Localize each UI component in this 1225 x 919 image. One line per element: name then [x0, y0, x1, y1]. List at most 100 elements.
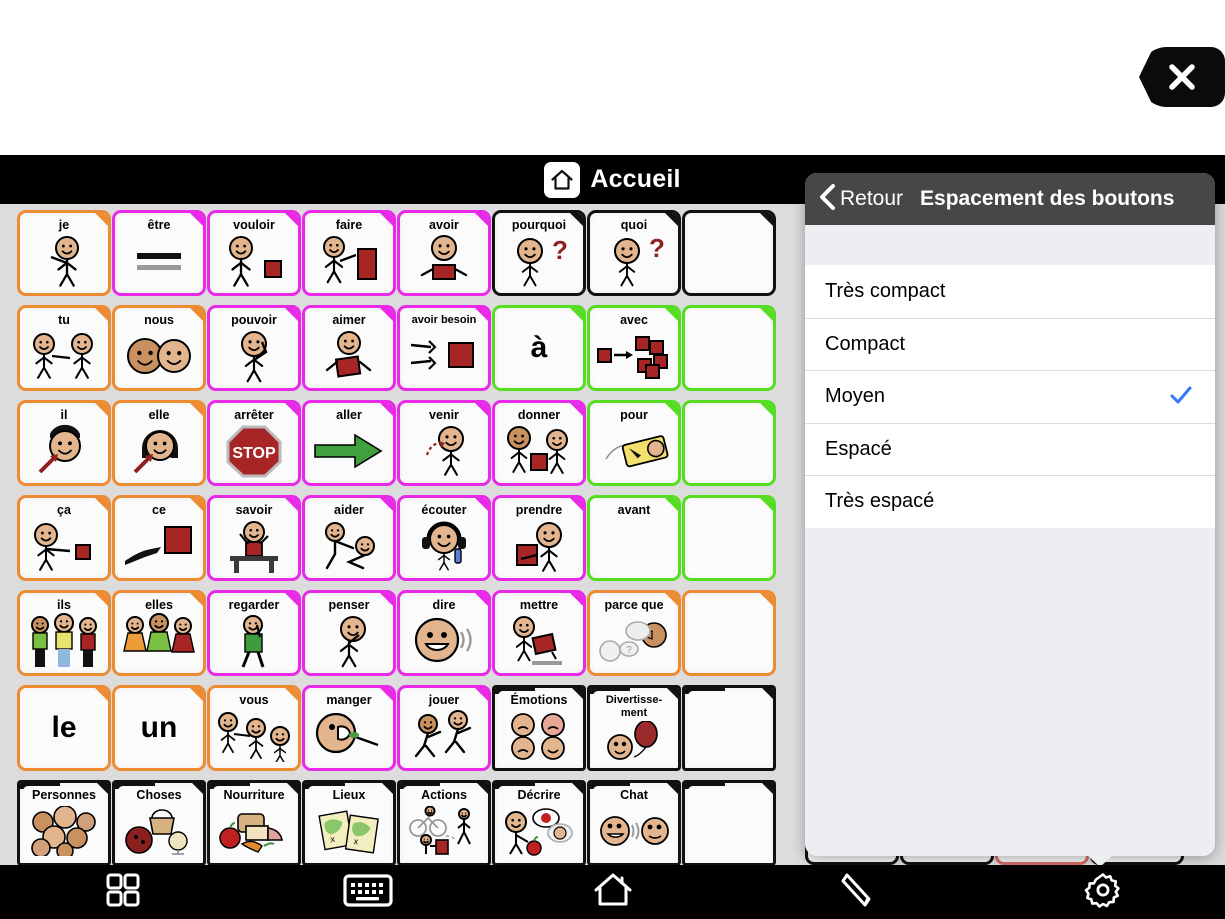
- close-button[interactable]: [1139, 47, 1225, 107]
- board-button[interactable]: tu: [17, 305, 111, 391]
- board-button-pictogram: [118, 232, 200, 290]
- board-button[interactable]: quoi ?: [587, 210, 681, 296]
- board-button[interactable]: Émotions: [492, 685, 586, 771]
- board-button[interactable]: avant: [587, 495, 681, 581]
- spacing-options-list: Très compact Compact Moyen Espacé Très espac…: [805, 265, 1215, 528]
- board-button[interactable]: [682, 495, 776, 581]
- svg-text:?: ?: [552, 235, 568, 265]
- board-button[interactable]: ce: [112, 495, 206, 581]
- spacing-option[interactable]: Espacé: [805, 422, 1215, 476]
- board-button-pictogram: [23, 232, 105, 290]
- board-button-pictogram: [498, 802, 580, 860]
- spacing-option[interactable]: Très compact: [805, 265, 1215, 318]
- board-button[interactable]: donner: [492, 400, 586, 486]
- board-button[interactable]: ça: [17, 495, 111, 581]
- grid-icon: [103, 870, 143, 915]
- board-button[interactable]: je: [17, 210, 111, 296]
- board-button[interactable]: [682, 400, 776, 486]
- grid-button[interactable]: [0, 865, 245, 919]
- spacing-option[interactable]: Moyen: [805, 370, 1215, 423]
- board-button-label: donner: [517, 408, 561, 422]
- spacing-option-label: Moyen: [825, 385, 886, 408]
- board-button[interactable]: le: [17, 685, 111, 771]
- board-button-pictogram: [23, 327, 105, 385]
- board-button[interactable]: [682, 305, 776, 391]
- board-button[interactable]: Actions: [397, 780, 491, 865]
- close-x-icon: [1160, 55, 1204, 99]
- board-button-pictogram: [23, 612, 105, 670]
- board-button[interactable]: manger: [302, 685, 396, 771]
- board-button[interactable]: dire: [397, 590, 491, 676]
- home-icon[interactable]: [544, 161, 581, 198]
- board-button[interactable]: venir: [397, 400, 491, 486]
- board-button[interactable]: elles: [112, 590, 206, 676]
- board-button[interactable]: aller: [302, 400, 396, 486]
- board-button[interactable]: [682, 210, 776, 296]
- keyboard-button[interactable]: [245, 865, 490, 919]
- spacing-option[interactable]: Très espacé: [805, 475, 1215, 528]
- board-button[interactable]: penser: [302, 590, 396, 676]
- board-button[interactable]: aimer: [302, 305, 396, 391]
- board-button[interactable]: avec: [587, 305, 681, 391]
- board-button[interactable]: Lieux x x: [302, 780, 396, 865]
- board-button-label: aider: [334, 503, 364, 517]
- board-button[interactable]: aider: [302, 495, 396, 581]
- board-button-pictogram: [498, 517, 580, 575]
- board-button[interactable]: faire: [302, 210, 396, 296]
- board-button[interactable]: prendre: [492, 495, 586, 581]
- board-button[interactable]: être: [112, 210, 206, 296]
- board-button-pictogram: [688, 216, 770, 290]
- board-button-label: ils: [57, 598, 71, 612]
- spacing-option-label: Très compact: [825, 279, 946, 302]
- board-button[interactable]: il: [17, 400, 111, 486]
- spacing-option[interactable]: Compact: [805, 317, 1215, 371]
- board-button[interactable]: Divertisse- ment: [587, 685, 681, 771]
- board-button[interactable]: avoir besoin: [397, 305, 491, 391]
- board-button[interactable]: vouloir: [207, 210, 301, 296]
- board-button[interactable]: parce que?: [587, 590, 681, 676]
- board-button-pictogram: [308, 232, 390, 290]
- board-button-pictogram: [593, 720, 675, 765]
- edit-button[interactable]: [735, 865, 980, 919]
- board-button[interactable]: mettre: [492, 590, 586, 676]
- board-button[interactable]: savoir: [207, 495, 301, 581]
- back-button[interactable]: Retour: [817, 182, 903, 217]
- board-button-label: quoi: [620, 218, 648, 232]
- board-button-label: Décrire: [517, 788, 561, 802]
- board-button[interactable]: [682, 590, 776, 676]
- board-button-label: aimer: [332, 313, 366, 327]
- board-button[interactable]: vous: [207, 685, 301, 771]
- board-button[interactable]: Choses: [112, 780, 206, 865]
- board-button[interactable]: [682, 685, 776, 771]
- board-button[interactable]: avoir: [397, 210, 491, 296]
- settings-button[interactable]: [980, 865, 1225, 919]
- gear-icon: [1081, 868, 1125, 917]
- board-button[interactable]: écouter: [397, 495, 491, 581]
- board-button-pictogram: [403, 327, 485, 385]
- board-button[interactable]: pour: [587, 400, 681, 486]
- board-button[interactable]: [682, 780, 776, 865]
- board-button[interactable]: pouvoir: [207, 305, 301, 391]
- board-button[interactable]: nous: [112, 305, 206, 391]
- home-button[interactable]: [490, 865, 735, 919]
- board-button[interactable]: pourquoi ?: [492, 210, 586, 296]
- board-button[interactable]: Personnes: [17, 780, 111, 865]
- board-button[interactable]: arrêter STOP: [207, 400, 301, 486]
- board-button[interactable]: un: [112, 685, 206, 771]
- board-button-label: être: [147, 218, 171, 232]
- board-button-pictogram: [213, 707, 295, 765]
- back-label: Retour: [840, 187, 904, 210]
- board-button[interactable]: ils: [17, 590, 111, 676]
- board-button[interactable]: Décrire: [492, 780, 586, 865]
- board-button[interactable]: Chat: [587, 780, 681, 865]
- board-button[interactable]: à: [492, 305, 586, 391]
- board-button-label: à: [530, 331, 548, 364]
- board-button[interactable]: Nourriture: [207, 780, 301, 865]
- board-button[interactable]: jouer: [397, 685, 491, 771]
- board-button-pictogram: [308, 517, 390, 575]
- board-button-pictogram: [213, 327, 295, 385]
- board-button-pictogram: [403, 232, 485, 290]
- board-button[interactable]: elle: [112, 400, 206, 486]
- board-button[interactable]: regarder: [207, 590, 301, 676]
- board-button-label: Chat: [620, 788, 648, 802]
